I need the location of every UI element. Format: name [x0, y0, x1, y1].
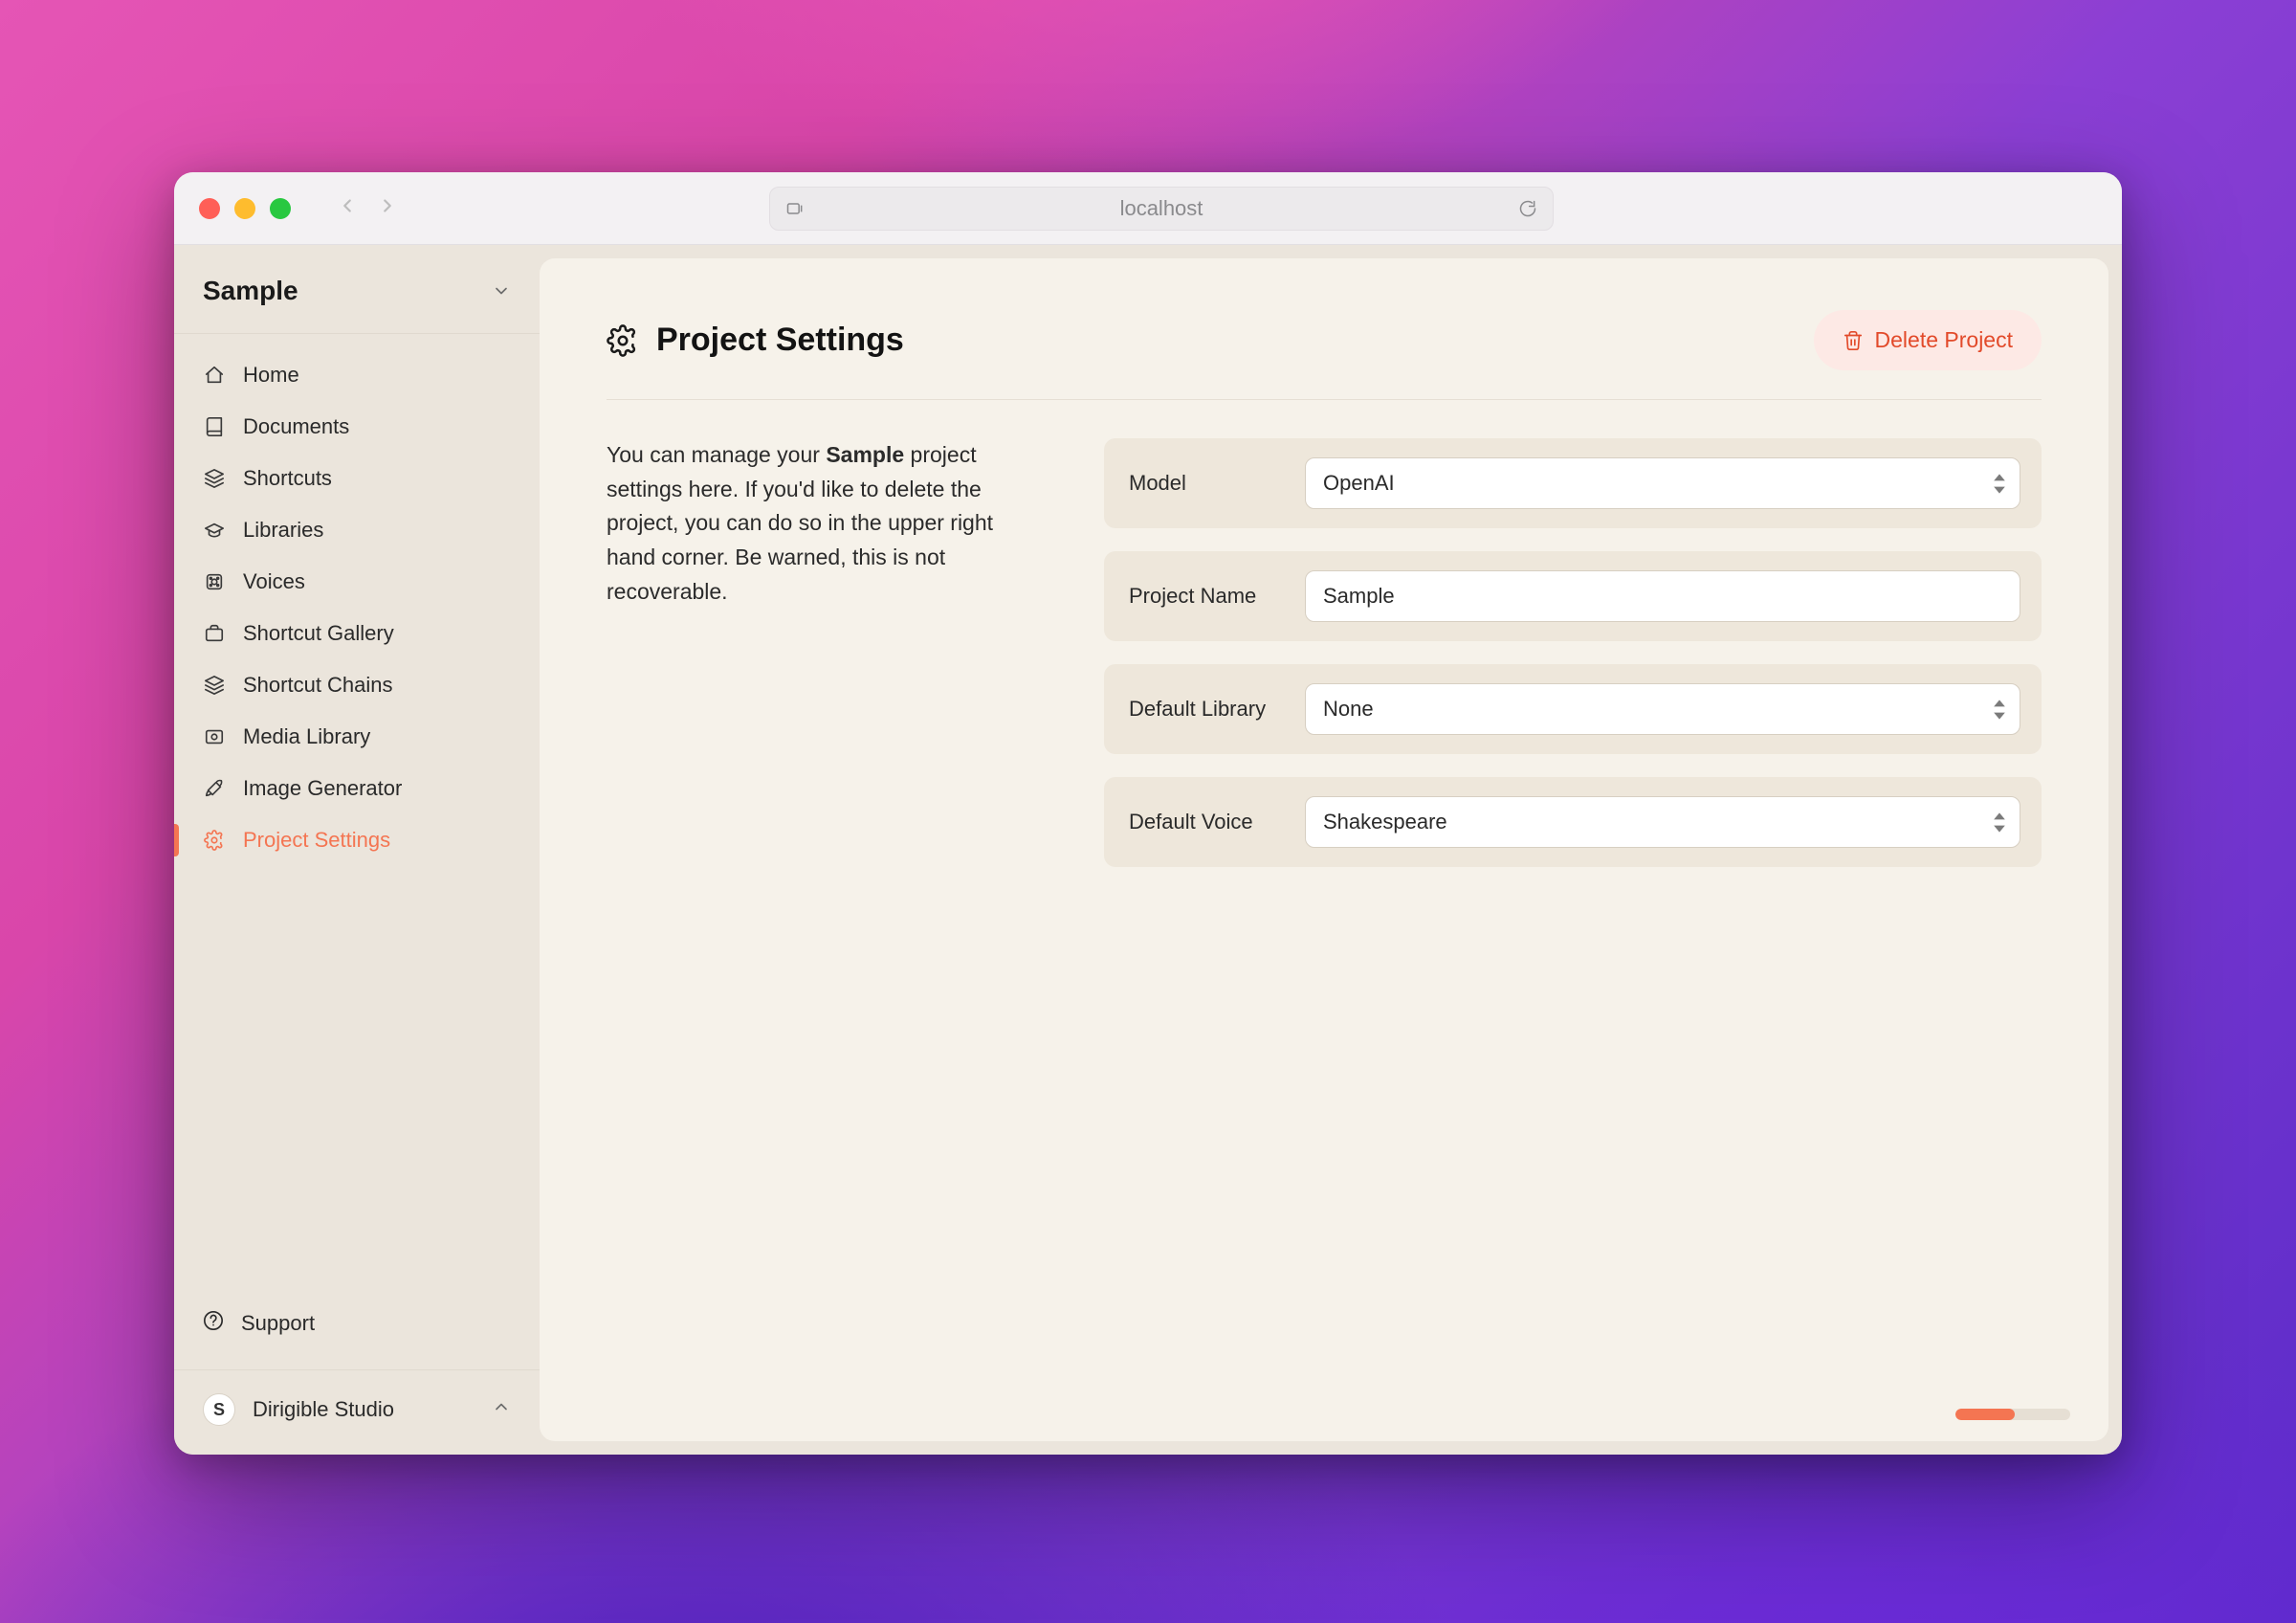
settings-form: Model OpenAI Project Name — [1104, 438, 2042, 867]
sidebar-item-project-settings[interactable]: Project Settings — [174, 814, 540, 866]
project-switcher[interactable]: Sample — [174, 245, 540, 334]
home-icon — [203, 364, 226, 387]
sidebar-item-label: Libraries — [243, 518, 323, 543]
sidebar-item-documents[interactable]: Documents — [174, 401, 540, 453]
sidebar-item-label: Voices — [243, 569, 305, 594]
project-name-label: Project Name — [1129, 584, 1282, 609]
model-label: Model — [1129, 471, 1282, 496]
voice-icon — [203, 570, 226, 593]
document-icon — [203, 415, 226, 438]
reader-mode-icon — [785, 199, 805, 218]
chevron-down-icon — [492, 281, 511, 300]
workspace-name: Dirigible Studio — [253, 1397, 394, 1422]
default-library-label: Default Library — [1129, 697, 1282, 722]
workspace-avatar: S — [203, 1393, 235, 1426]
gear-icon — [203, 829, 226, 852]
project-name-input-wrap — [1305, 570, 2020, 622]
model-value: OpenAI — [1323, 471, 1395, 496]
gear-icon — [607, 324, 639, 357]
sidebar-item-libraries[interactable]: Libraries — [174, 504, 540, 556]
page-description: You can manage your Sample project setti… — [607, 438, 1047, 867]
progress-bar-fill — [1955, 1409, 2015, 1420]
sidebar-item-shortcut-gallery[interactable]: Shortcut Gallery — [174, 608, 540, 659]
fullscreen-window-button[interactable] — [270, 198, 291, 219]
media-icon — [203, 725, 226, 748]
select-caret-icon — [1993, 474, 2006, 494]
sidebar-item-label: Shortcut Chains — [243, 673, 393, 698]
reload-icon[interactable] — [1518, 199, 1537, 218]
project-name: Sample — [203, 276, 298, 306]
progress-indicator — [1955, 1409, 2070, 1420]
stack-icon — [203, 674, 226, 697]
sidebar-item-shortcut-chains[interactable]: Shortcut Chains — [174, 659, 540, 711]
sidebar-item-label: Shortcuts — [243, 466, 332, 491]
form-row-default-voice: Default Voice Shakespeare — [1104, 777, 2042, 867]
sidebar-item-home[interactable]: Home — [174, 349, 540, 401]
default-library-value: None — [1323, 697, 1374, 722]
stack-icon — [203, 467, 226, 490]
main-content: Project Settings Delete Project You can … — [540, 245, 2122, 1455]
nav-history-controls — [337, 195, 398, 221]
workspace-switcher[interactable]: S Dirigible Studio — [174, 1369, 540, 1426]
sidebar-item-label: Documents — [243, 414, 349, 439]
sidebar-item-voices[interactable]: Voices — [174, 556, 540, 608]
briefcase-icon — [203, 622, 226, 645]
page-title: Project Settings — [656, 322, 904, 359]
delete-button-label: Delete Project — [1875, 327, 2013, 353]
model-select[interactable]: OpenAI — [1305, 457, 2020, 509]
back-button[interactable] — [337, 195, 358, 221]
sidebar-item-label: Shortcut Gallery — [243, 621, 394, 646]
default-voice-label: Default Voice — [1129, 810, 1282, 834]
content-panel: Project Settings Delete Project You can … — [540, 258, 2108, 1441]
sidebar-item-media-library[interactable]: Media Library — [174, 711, 540, 763]
chevron-up-icon — [492, 1397, 511, 1422]
url-bar[interactable]: localhost — [769, 187, 1554, 231]
project-name-input[interactable] — [1323, 584, 2002, 609]
forward-button[interactable] — [377, 195, 398, 221]
sidebar-item-label: Home — [243, 363, 299, 388]
select-caret-icon — [1993, 700, 2006, 720]
graduation-cap-icon — [203, 519, 226, 542]
sidebar-item-label: Media Library — [243, 724, 370, 749]
form-row-project-name: Project Name — [1104, 551, 2042, 641]
rocket-icon — [203, 777, 226, 800]
url-text: localhost — [1120, 196, 1203, 221]
form-row-default-library: Default Library None — [1104, 664, 2042, 754]
default-library-select[interactable]: None — [1305, 683, 2020, 735]
form-row-model: Model OpenAI — [1104, 438, 2042, 528]
browser-window: localhost Sample Home Documents — [174, 172, 2122, 1455]
help-icon — [203, 1310, 224, 1337]
default-voice-select[interactable]: Shakespeare — [1305, 796, 2020, 848]
delete-project-button[interactable]: Delete Project — [1814, 310, 2042, 370]
sidebar-item-shortcuts[interactable]: Shortcuts — [174, 453, 540, 504]
trash-icon — [1843, 330, 1864, 351]
sidebar-support[interactable]: Support — [174, 1297, 540, 1350]
sidebar-item-label: Project Settings — [243, 828, 390, 853]
minimize-window-button[interactable] — [234, 198, 255, 219]
select-caret-icon — [1993, 812, 2006, 833]
sidebar: Sample Home Documents Shortcuts — [174, 245, 540, 1455]
browser-titlebar: localhost — [174, 172, 2122, 245]
close-window-button[interactable] — [199, 198, 220, 219]
sidebar-item-label: Image Generator — [243, 776, 402, 801]
default-voice-value: Shakespeare — [1323, 810, 1447, 834]
window-controls — [199, 198, 291, 219]
support-label: Support — [241, 1311, 315, 1336]
sidebar-nav: Home Documents Shortcuts Libraries Voice… — [174, 334, 540, 1297]
sidebar-item-image-generator[interactable]: Image Generator — [174, 763, 540, 814]
